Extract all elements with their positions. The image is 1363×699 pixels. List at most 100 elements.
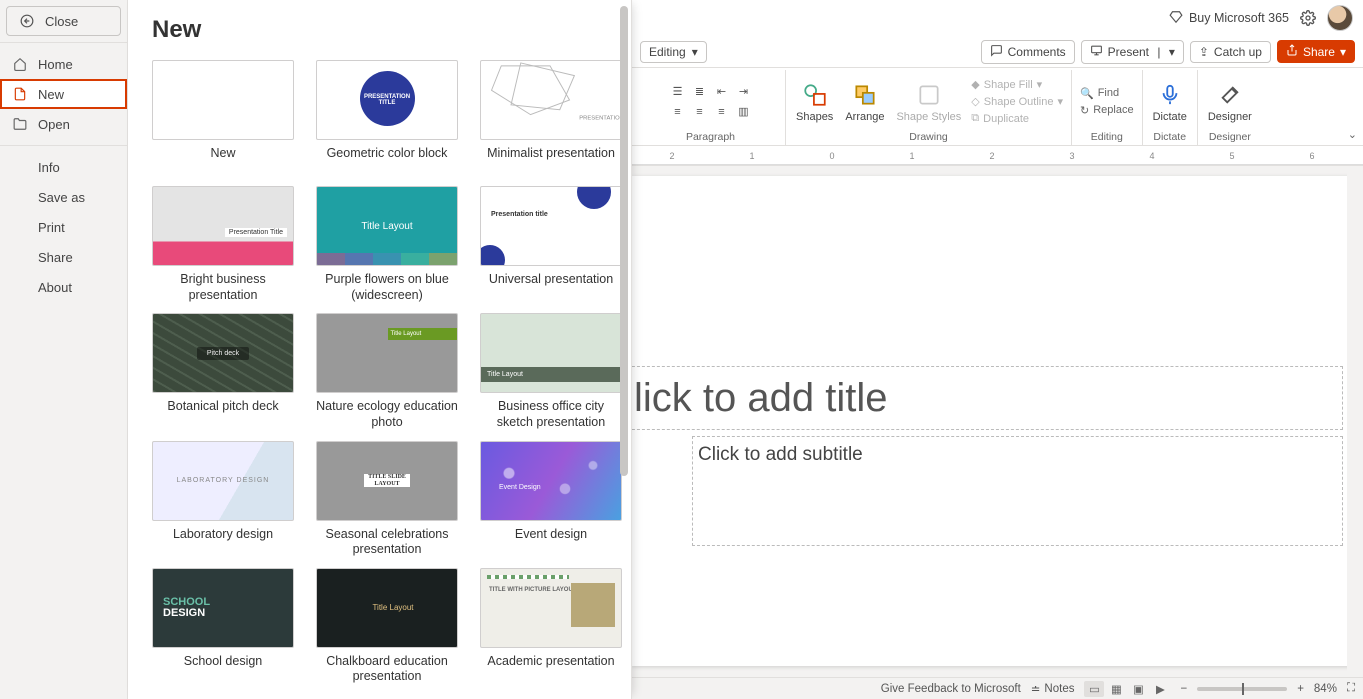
template-thumb: PRESENTATION TITLE bbox=[316, 60, 458, 140]
template-label: Bright business presentation bbox=[152, 272, 294, 303]
template-minimalist[interactable]: PRESENTATION TITLE Minimalist presentati… bbox=[480, 60, 622, 176]
shape-styles-icon bbox=[915, 81, 943, 109]
horizontal-ruler: 210 123 456 bbox=[632, 146, 1363, 166]
shapes-label: Shapes bbox=[796, 111, 833, 123]
zoom-out-button[interactable]: − bbox=[1180, 683, 1187, 695]
paragraph-icons: ☰ ≣ ⇤ ⇥ ≡ ≡ ≡ ▥ bbox=[669, 83, 753, 121]
template-universal[interactable]: Presentation title Universal presentatio… bbox=[480, 186, 622, 303]
align-center-icon[interactable]: ≡ bbox=[691, 103, 709, 121]
template-label: Event design bbox=[480, 527, 622, 557]
share-nav[interactable]: Share bbox=[0, 242, 127, 272]
zoom-slider[interactable] bbox=[1197, 687, 1287, 691]
present-icon bbox=[1090, 44, 1103, 60]
ribbon-expand-chevron-icon[interactable]: ⌄ bbox=[1348, 128, 1357, 141]
open-nav[interactable]: Open bbox=[0, 109, 127, 139]
folder-icon bbox=[12, 116, 28, 132]
backstage-sidebar: Close Home New Open Info Save as Print S… bbox=[0, 0, 128, 699]
dictate-button[interactable]: Dictate bbox=[1149, 79, 1191, 125]
template-new[interactable]: New bbox=[152, 60, 294, 176]
template-botanical[interactable]: Pitch deck Botanical pitch deck bbox=[152, 313, 294, 430]
template-purple-flowers[interactable]: Title Layout Purple flowers on blue (wid… bbox=[316, 186, 458, 303]
title-placeholder[interactable]: lick to add title bbox=[632, 376, 1363, 421]
template-bright-business[interactable]: Bright business presentation bbox=[152, 186, 294, 303]
shape-outline-button[interactable]: ◇Shape Outline ▾ bbox=[969, 94, 1065, 109]
buy-m365-button[interactable]: Buy Microsoft 365 bbox=[1169, 10, 1289, 27]
editing-mode-dropdown[interactable]: Editing ▾ bbox=[640, 41, 707, 63]
shapes-button[interactable]: Shapes bbox=[792, 79, 837, 125]
dictate-label: Dictate bbox=[1153, 111, 1187, 123]
about-nav[interactable]: About bbox=[0, 272, 127, 302]
share-button[interactable]: Share ▾ bbox=[1277, 40, 1355, 63]
home-nav[interactable]: Home bbox=[0, 49, 127, 79]
info-nav[interactable]: Info bbox=[0, 152, 127, 182]
close-button[interactable]: Close bbox=[6, 6, 121, 36]
catchup-button[interactable]: ⇪ Catch up bbox=[1190, 41, 1271, 63]
duplicate-icon: ⧉ bbox=[971, 112, 979, 125]
back-arrow-icon bbox=[19, 13, 35, 29]
svg-text:4: 4 bbox=[1149, 151, 1154, 161]
template-school[interactable]: SCHOOLDESIGN School design bbox=[152, 568, 294, 685]
new-templates-panel: New New PRESENTATION TITLE Geometric col… bbox=[128, 0, 632, 699]
template-laboratory[interactable]: LABORATORY DESIGN Laboratory design bbox=[152, 441, 294, 558]
zoom-level[interactable]: 84% bbox=[1314, 683, 1337, 695]
arrange-icon bbox=[851, 81, 879, 109]
template-nature-ecology[interactable]: Title Layout Nature ecology education ph… bbox=[316, 313, 458, 430]
template-geometric[interactable]: PRESENTATION TITLE Geometric color block bbox=[316, 60, 458, 176]
bullets-icon[interactable]: ☰ bbox=[669, 83, 687, 101]
indent-increase-icon[interactable]: ⇥ bbox=[735, 83, 753, 101]
designer-button[interactable]: Designer bbox=[1204, 79, 1256, 125]
home-label: Home bbox=[38, 57, 73, 72]
shape-fill-button[interactable]: ◆Shape Fill ▾ bbox=[969, 77, 1065, 92]
fill-icon: ◆ bbox=[971, 78, 979, 91]
normal-view-icon[interactable]: ▭ bbox=[1084, 681, 1104, 697]
new-nav[interactable]: New bbox=[0, 79, 127, 109]
print-nav[interactable]: Print bbox=[0, 212, 127, 242]
shape-styles-button[interactable]: Shape Styles bbox=[892, 79, 965, 125]
feedback-link[interactable]: Give Feedback to Microsoft bbox=[881, 683, 1021, 695]
align-right-icon[interactable]: ≡ bbox=[713, 103, 731, 121]
status-bar: Give Feedback to Microsoft ≐ Notes ▭ ▦ ▣… bbox=[632, 677, 1363, 699]
templates-scrollbar[interactable] bbox=[620, 6, 628, 476]
slideshow-view-icon[interactable]: ▶ bbox=[1150, 681, 1170, 697]
present-button[interactable]: Present | ▾ bbox=[1081, 40, 1184, 64]
slide[interactable]: lick to add title Click to add subtitle bbox=[632, 176, 1363, 666]
shapes-icon bbox=[801, 81, 829, 109]
app-area: Buy Microsoft 365 Editing ▾ Comments Pre… bbox=[632, 0, 1363, 699]
comments-button[interactable]: Comments bbox=[981, 40, 1075, 64]
align-left-icon[interactable]: ≡ bbox=[669, 103, 687, 121]
reading-view-icon[interactable]: ▣ bbox=[1128, 681, 1148, 697]
settings-gear-icon[interactable] bbox=[1299, 9, 1317, 27]
close-label: Close bbox=[45, 14, 78, 29]
template-thumb: SCHOOLDESIGN bbox=[152, 568, 294, 648]
find-button[interactable]: 🔍Find bbox=[1078, 86, 1136, 101]
slide-canvas[interactable]: lick to add title Click to add subtitle bbox=[632, 166, 1363, 677]
sorter-view-icon[interactable]: ▦ bbox=[1106, 681, 1126, 697]
template-thumb: Title Layout bbox=[316, 186, 458, 266]
replace-button[interactable]: ↻Replace bbox=[1078, 103, 1136, 118]
columns-icon[interactable]: ▥ bbox=[735, 103, 753, 121]
zoom-in-button[interactable]: + bbox=[1297, 683, 1304, 695]
subtitle-placeholder[interactable]: Click to add subtitle bbox=[698, 444, 863, 466]
indent-decrease-icon[interactable]: ⇤ bbox=[713, 83, 731, 101]
find-icon: 🔍 bbox=[1080, 87, 1094, 100]
duplicate-button[interactable]: ⧉Duplicate bbox=[969, 111, 1065, 126]
numbering-icon[interactable]: ≣ bbox=[691, 83, 709, 101]
template-academic[interactable]: TITLE WITH PICTURE LAYOUT Academic prese… bbox=[480, 568, 622, 685]
template-thumb: Title Layout bbox=[316, 313, 458, 393]
user-avatar[interactable] bbox=[1327, 5, 1353, 31]
template-seasonal[interactable]: TITLE SLIDE LAYOUT Seasonal celebrations… bbox=[316, 441, 458, 558]
present-label: Present bbox=[1108, 45, 1149, 59]
arrange-button[interactable]: Arrange bbox=[841, 79, 888, 125]
template-chalkboard[interactable]: Title Layout Chalkboard education presen… bbox=[316, 568, 458, 685]
svg-text:PRESENTATION TITLE: PRESENTATION TITLE bbox=[579, 116, 621, 122]
template-thumb bbox=[152, 186, 294, 266]
svg-text:1: 1 bbox=[909, 151, 914, 161]
notes-toggle[interactable]: ≐ Notes bbox=[1031, 682, 1075, 696]
vertical-scrollbar[interactable] bbox=[1347, 166, 1363, 677]
template-event[interactable]: Event Design Event design bbox=[480, 441, 622, 558]
template-label: Geometric color block bbox=[316, 146, 458, 176]
template-business-office[interactable]: Business office city sketch presentation bbox=[480, 313, 622, 430]
fit-to-window-icon[interactable]: ⛶ bbox=[1347, 682, 1355, 695]
new-label: New bbox=[38, 87, 64, 102]
save-as-nav[interactable]: Save as bbox=[0, 182, 127, 212]
